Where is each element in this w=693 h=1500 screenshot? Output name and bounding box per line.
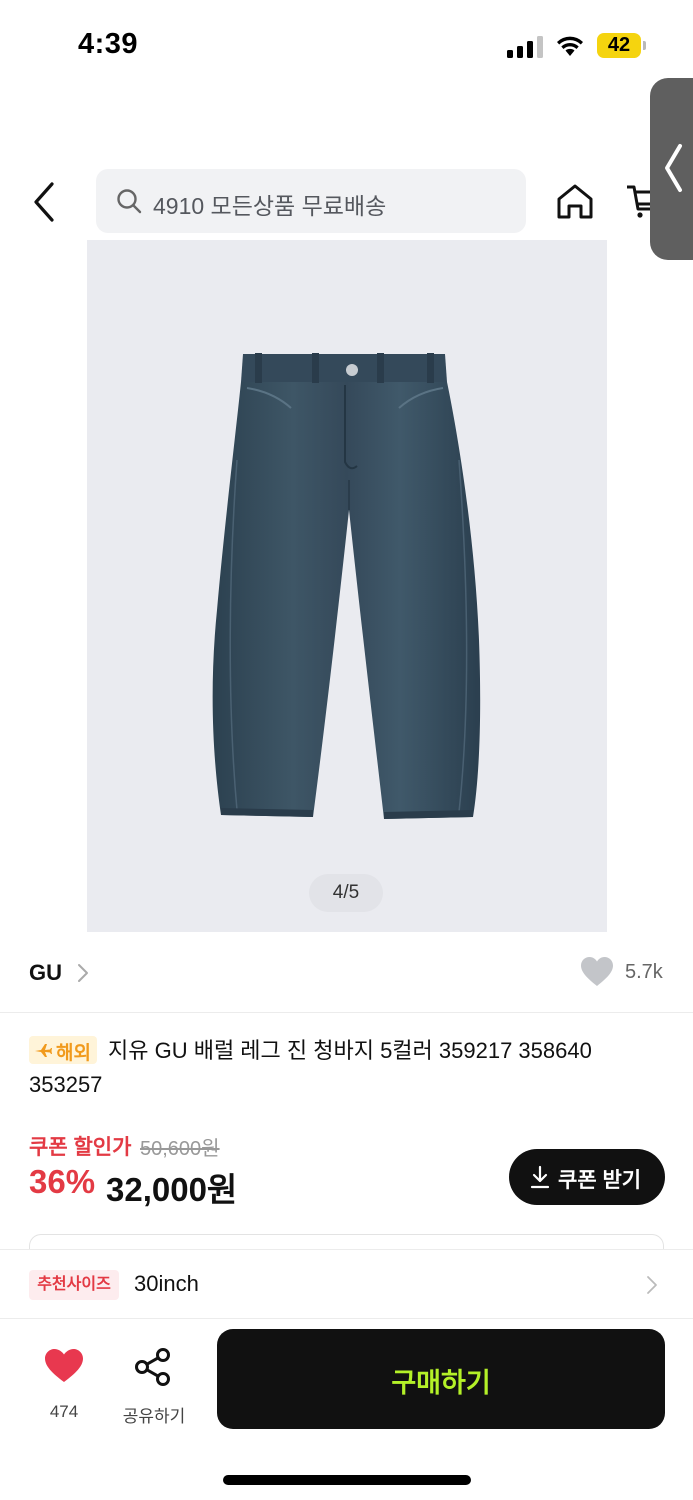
chevron-right-icon[interactable] bbox=[76, 962, 90, 984]
recommended-size-value: 30inch bbox=[134, 1271, 199, 1296]
buy-button-label: 구매하기 bbox=[391, 1368, 491, 1398]
overseas-badge: 해외 bbox=[29, 1036, 97, 1064]
overseas-label: 해외 bbox=[56, 1043, 91, 1064]
home-indicator[interactable] bbox=[223, 1475, 471, 1485]
product-photo-jeans bbox=[212, 353, 481, 819]
back-arrow-icon[interactable] bbox=[26, 180, 66, 224]
share-button[interactable]: 공유하기 bbox=[116, 1344, 192, 1428]
heart-icon bbox=[45, 1349, 83, 1382]
product-title: 지유 GU 배럴 레그 진 청바지 5컬러 359217 358640 3532… bbox=[29, 1038, 592, 1097]
search-icon bbox=[117, 189, 142, 214]
buy-button[interactable]: 구매하기 bbox=[217, 1329, 665, 1429]
get-coupon-button[interactable]: 쿠폰 받기 bbox=[509, 1149, 665, 1205]
download-icon bbox=[530, 1165, 550, 1189]
search-placeholder: 4910 모든상품 무료배송 bbox=[153, 193, 387, 219]
original-price: 50,600원 bbox=[140, 1138, 220, 1160]
chevron-right-icon bbox=[647, 1276, 657, 1294]
heart-icon[interactable] bbox=[580, 956, 614, 988]
status-bar: 4:39 42 bbox=[0, 0, 693, 92]
brand-link[interactable]: GU bbox=[29, 960, 62, 986]
discount-rate: 36% bbox=[29, 1163, 96, 1200]
recommended-size-badge: 추천사이즈 bbox=[29, 1270, 119, 1300]
side-panel-tab[interactable] bbox=[650, 78, 693, 260]
home-icon[interactable] bbox=[555, 182, 595, 220]
signal-icon bbox=[507, 36, 543, 58]
brand-like-count: 5.7k bbox=[625, 961, 663, 983]
battery-nub bbox=[643, 41, 646, 50]
wifi-icon bbox=[557, 36, 583, 56]
divider bbox=[0, 1012, 693, 1013]
status-time: 4:39 bbox=[78, 28, 139, 60]
like-button[interactable]: 474 bbox=[30, 1344, 98, 1428]
share-label: 공유하기 bbox=[122, 1407, 186, 1426]
like-count: 474 bbox=[49, 1402, 79, 1421]
airplane-icon bbox=[35, 1044, 52, 1057]
recommended-size-bar[interactable]: 추천사이즈 30inch bbox=[0, 1249, 693, 1319]
chevron-left-icon bbox=[665, 144, 682, 192]
coupon-price-label: 쿠폰 할인가 bbox=[29, 1136, 132, 1159]
image-counter: 4/5 bbox=[309, 874, 383, 912]
share-icon bbox=[135, 1348, 170, 1386]
get-coupon-label: 쿠폰 받기 bbox=[558, 1169, 642, 1192]
battery-indicator: 42 bbox=[597, 33, 641, 58]
product-image-gallery[interactable]: 4/5 bbox=[87, 240, 607, 932]
search-input[interactable]: 4910 모든상품 무료배송 bbox=[96, 169, 526, 233]
final-price: 32,000원 bbox=[106, 1171, 238, 1208]
